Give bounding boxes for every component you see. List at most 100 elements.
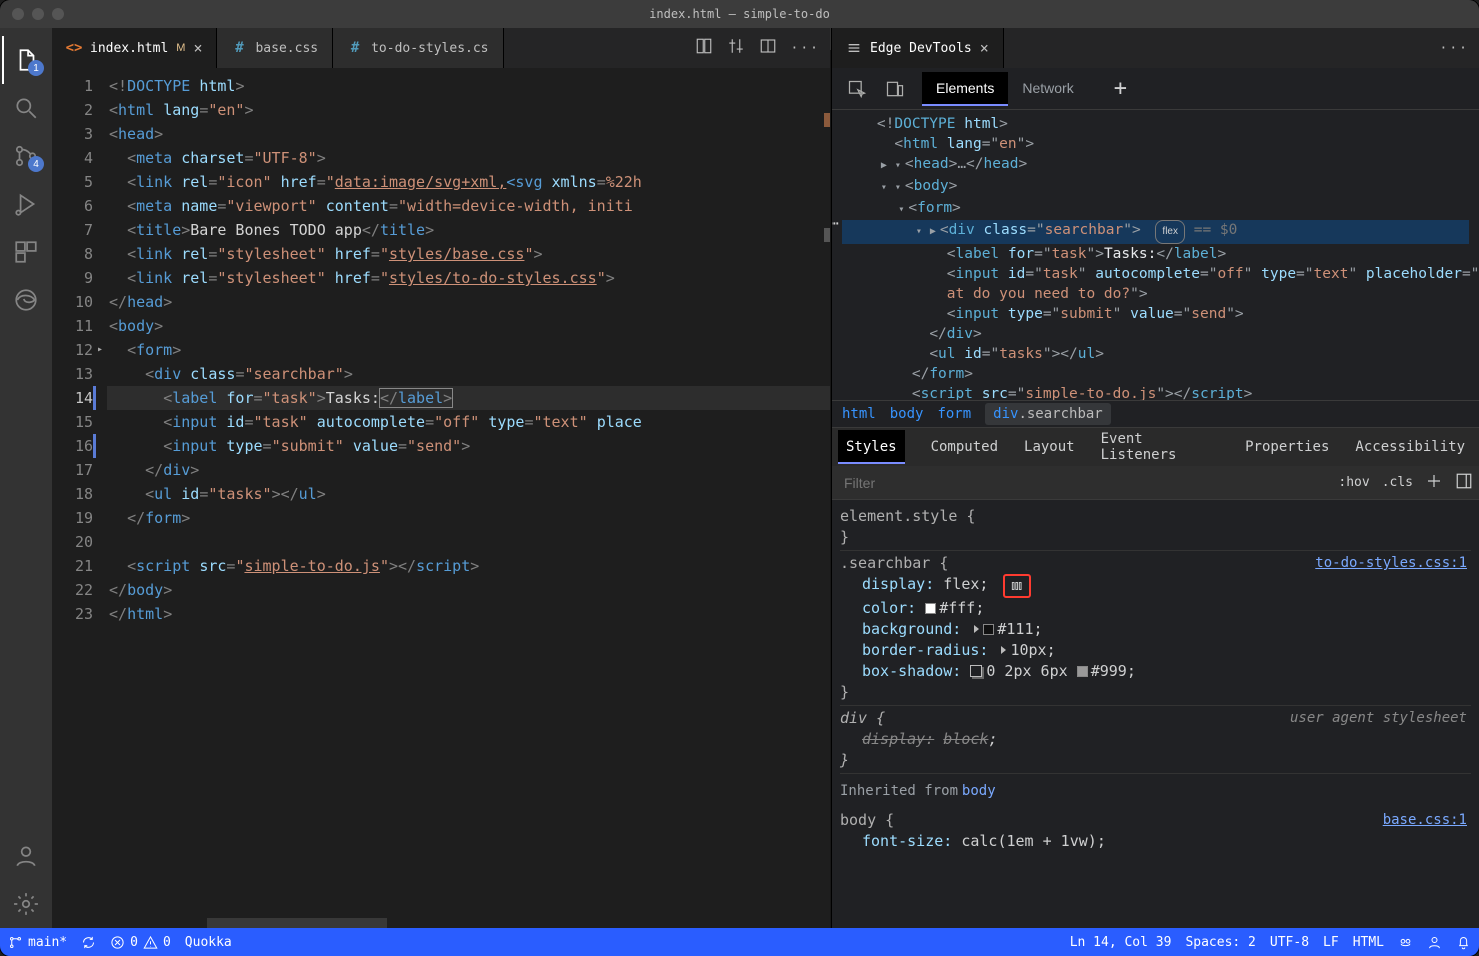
dom-node[interactable]: at do you need to do?"> <box>842 284 1469 304</box>
expand-shorthand-icon[interactable] <box>974 625 979 633</box>
disclosure-triangle-icon[interactable]: ▾ <box>891 178 905 198</box>
disclosure-triangle-icon[interactable]: ▶ <box>877 156 891 176</box>
split-icon[interactable] <box>759 37 777 59</box>
minimap[interactable] <box>812 68 830 908</box>
diff-icon[interactable] <box>695 37 713 59</box>
computed-toggle-icon[interactable] <box>1455 472 1473 494</box>
rule-element-style[interactable]: element.style { } <box>840 504 1471 551</box>
crumb-body[interactable]: body <box>890 406 924 422</box>
dom-node[interactable]: ▾<form> <box>842 198 1469 220</box>
disclosure-triangle-icon[interactable]: ▾ <box>894 200 908 220</box>
dom-ellipsis-icon[interactable]: ⋯ <box>832 214 840 234</box>
activity-account-icon[interactable] <box>2 832 50 880</box>
activity-edge-icon[interactable] <box>2 276 50 324</box>
code-line[interactable]: <script src="simple-to-do.js"></script> <box>107 554 830 578</box>
editor-tab[interactable]: <>index.html M × <box>52 28 217 68</box>
code-line[interactable]: <div class="searchbar"> <box>107 362 830 386</box>
activity-debug-icon[interactable] <box>2 180 50 228</box>
code-line[interactable]: <html lang="en"> <box>107 98 830 122</box>
more-actions-icon[interactable]: ··· <box>791 41 820 56</box>
activity-extensions-icon[interactable] <box>2 228 50 276</box>
disclosure-triangle-icon[interactable]: ▾ <box>912 222 926 242</box>
code-line[interactable]: <meta charset="UTF-8"> <box>107 146 830 170</box>
rule-body[interactable]: base.css:1 body { font-size: calc(1em + … <box>840 808 1471 854</box>
disclosure-triangle-icon[interactable]: ▾ <box>877 178 891 198</box>
styles-filter-input[interactable] <box>838 475 1326 491</box>
inherited-from-link[interactable]: body <box>962 783 996 799</box>
code-line[interactable]: <form> <box>107 338 830 362</box>
traffic-minimize[interactable] <box>32 8 44 20</box>
style-tab-styles[interactable]: Styles <box>838 430 905 464</box>
inspect-element-icon[interactable] <box>842 74 872 104</box>
dom-node[interactable]: <input id="task" autocomplete="off" type… <box>842 264 1469 284</box>
activity-search-icon[interactable] <box>2 84 50 132</box>
code-line[interactable]: <link rel="stylesheet" href="styles/base… <box>107 242 830 266</box>
code-line[interactable]: <!DOCTYPE html> <box>107 74 830 98</box>
expand-shorthand-icon[interactable] <box>1001 646 1006 654</box>
code-line[interactable]: <link rel="stylesheet" href="styles/to-d… <box>107 266 830 290</box>
dom-node[interactable]: ▶▾<head>…</head> <box>842 154 1469 176</box>
status-feedback-icon[interactable] <box>1427 935 1442 950</box>
code-line[interactable]: </div> <box>107 458 830 482</box>
more-actions-icon[interactable]: ··· <box>1440 41 1469 56</box>
device-toggle-icon[interactable] <box>880 74 910 104</box>
style-tab-computed[interactable]: Computed <box>931 439 998 455</box>
code-line[interactable]: <title>Bare Bones TODO app</title> <box>107 218 830 242</box>
status-bell-icon[interactable] <box>1456 935 1471 950</box>
crumb-form[interactable]: form <box>937 406 971 422</box>
activity-explorer-icon[interactable]: 1 <box>2 36 50 84</box>
dom-node[interactable]: ▾▶<div class="searchbar"> flex == $0 <box>842 220 1469 244</box>
status-copilot-icon[interactable] <box>1398 935 1413 950</box>
style-tab-layout[interactable]: Layout <box>1024 439 1075 455</box>
status-quokka[interactable]: Quokka <box>185 935 232 950</box>
code-line[interactable]: <input type="submit" value="send"> <box>107 434 830 458</box>
code-line[interactable]: </form> <box>107 506 830 530</box>
disclosure-triangle-icon[interactable]: ▾ <box>891 156 905 176</box>
rule-searchbar[interactable]: to-do-styles.css:1 .searchbar { display:… <box>840 551 1471 706</box>
color-swatch[interactable] <box>925 603 936 614</box>
editor-tab[interactable]: #base.css <box>217 28 333 68</box>
style-tab-event-listeners[interactable]: Event Listeners <box>1101 431 1220 463</box>
devtools-tab-network[interactable]: Network <box>1008 72 1087 106</box>
shadow-editor-icon[interactable] <box>970 665 982 677</box>
code-editor[interactable]: 1234567891011121314151617181920212223 <!… <box>52 68 830 928</box>
cls-toggle[interactable]: .cls <box>1382 475 1413 490</box>
dom-node[interactable]: <script src="simple-to-do.js"></script> <box>842 384 1469 400</box>
code-line[interactable]: <ul id="tasks"></ul> <box>107 482 830 506</box>
dom-node[interactable]: ▾▾<body> <box>842 176 1469 198</box>
code-line[interactable]: <head> <box>107 122 830 146</box>
dom-node[interactable]: <label for="task">Tasks:</label> <box>842 244 1469 264</box>
status-eol[interactable]: LF <box>1323 935 1339 950</box>
editor-tab[interactable]: Edge DevTools × <box>832 28 1004 68</box>
traffic-close[interactable] <box>12 8 24 20</box>
status-language[interactable]: HTML <box>1353 935 1384 950</box>
status-sync[interactable] <box>81 935 96 950</box>
devtools-tab-elements[interactable]: Elements <box>922 72 1008 106</box>
code-line[interactable]: </html> <box>107 602 830 626</box>
compare-icon[interactable] <box>727 37 745 59</box>
hov-toggle[interactable]: :hov <box>1338 475 1369 490</box>
code-line[interactable]: </head> <box>107 290 830 314</box>
close-icon[interactable]: × <box>980 39 989 57</box>
crumb-active[interactable]: div.searchbar <box>985 403 1111 425</box>
code-line[interactable]: <meta name="viewport" content="width=dev… <box>107 194 830 218</box>
devtools-add-tab[interactable]: + <box>1114 76 1127 101</box>
dom-node[interactable]: <ul id="tasks"></ul> <box>842 344 1469 364</box>
status-branch[interactable]: main* <box>8 935 67 950</box>
horizontal-scrollbar-thumb[interactable] <box>207 918 387 928</box>
status-encoding[interactable]: UTF-8 <box>1270 935 1309 950</box>
traffic-zoom[interactable] <box>52 8 64 20</box>
rule-source-link[interactable]: to-do-styles.css:1 <box>1315 553 1467 574</box>
code-line[interactable]: <label for="task">Tasks:</label> <box>107 386 830 410</box>
status-cursor-pos[interactable]: Ln 14, Col 39 <box>1070 935 1172 950</box>
style-tab-accessibility[interactable]: Accessibility <box>1355 439 1465 455</box>
flexbox-editor-button[interactable] <box>1003 574 1031 598</box>
code-line[interactable] <box>107 530 830 554</box>
devtools-dom-tree[interactable]: ⋯ <!DOCTYPE html> <html lang="en"> ▶▾<he… <box>832 110 1479 400</box>
color-swatch[interactable] <box>1077 666 1088 677</box>
dom-node[interactable]: </div> <box>842 324 1469 344</box>
status-problems[interactable]: 0 0 <box>110 935 171 950</box>
disclosure-triangle-icon[interactable]: ▶ <box>926 222 940 242</box>
dom-node[interactable]: <!DOCTYPE html> <box>842 114 1469 134</box>
dom-node[interactable]: </form> <box>842 364 1469 384</box>
